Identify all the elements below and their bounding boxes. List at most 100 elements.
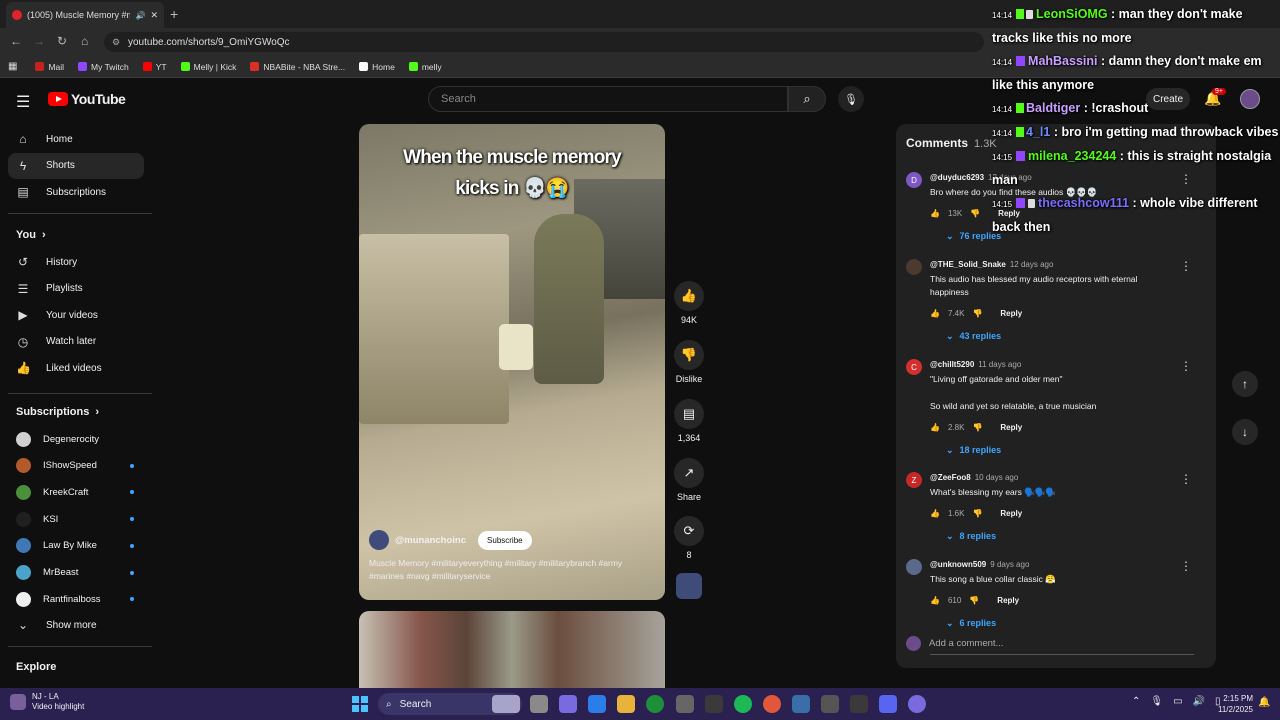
view-replies-button[interactable]: ⌄ 18 replies	[946, 445, 1001, 456]
like-action[interactable]: 👍 94K	[672, 281, 706, 325]
commenter-avatar[interactable]	[906, 559, 922, 575]
network-icon[interactable]: ▭	[1173, 696, 1182, 707]
subscriptions-heading[interactable]: Subscriptions ›	[16, 406, 99, 418]
add-comment-input[interactable]: Add a comment...	[929, 638, 1003, 649]
terminal-icon[interactable]	[850, 695, 869, 713]
subscription-channel[interactable]: Law By Mike	[16, 533, 144, 559]
comment-dislike-icon[interactable]: 👎	[972, 509, 982, 518]
sidebar-item-playlists[interactable]: ☰ Playlists	[8, 276, 144, 302]
tab-audio-icon[interactable]: 🔊	[135, 11, 145, 20]
next-short-button[interactable]: ↓	[1232, 419, 1258, 445]
you-heading[interactable]: You ›	[16, 229, 46, 241]
search-input[interactable]: Search	[428, 86, 788, 112]
video-description[interactable]: Muscle Memory #militaryeverything #milit…	[369, 557, 649, 583]
subscription-channel[interactable]: Degenerocity	[16, 426, 144, 452]
subscription-channel[interactable]: Rantfinalboss	[16, 586, 144, 612]
home-nav-icon[interactable]: ⌂	[81, 34, 88, 48]
reply-button[interactable]: Reply	[997, 596, 1019, 605]
apps-grid-icon[interactable]: ▦	[8, 61, 17, 72]
shorts-video-player[interactable]: When the muscle memory kicks in 💀😭 @muna…	[359, 124, 665, 600]
commenter-avatar[interactable]: C	[906, 359, 922, 375]
search-button[interactable]: ⌕	[788, 86, 826, 112]
commenter-avatar[interactable]: Z	[906, 472, 922, 488]
back-icon[interactable]: ←	[10, 34, 22, 48]
widgets-app-icon[interactable]	[492, 695, 520, 713]
sidebar-item-your-videos[interactable]: ▶ Your videos	[8, 302, 144, 328]
comments-action[interactable]: ▤ 1,364	[672, 399, 706, 443]
photos-icon[interactable]	[791, 695, 810, 713]
sidebar-item-watch-later[interactable]: ◷ Watch later	[8, 329, 144, 355]
tray-chevron-icon[interactable]: ⌃	[1132, 696, 1140, 707]
bookmark-item[interactable]: Mail	[35, 62, 64, 72]
notification-bell-tray-icon[interactable]: 🔔	[1258, 697, 1270, 708]
reply-button[interactable]: Reply	[1000, 309, 1022, 318]
comment-author[interactable]: @unknown509 9 days ago	[930, 560, 1029, 569]
new-tab-icon[interactable]: +	[170, 6, 178, 22]
url-field[interactable]: ⚙ youtube.com/shorts/9_OmiYGWoQc	[104, 32, 984, 52]
file-explorer-icon[interactable]	[617, 695, 636, 713]
sidebar-item-shorts[interactable]: ϟ Shorts	[8, 152, 144, 179]
bookmark-item[interactable]: Melly | Kick	[180, 62, 236, 72]
comment-more-icon[interactable]: ⋮	[1180, 472, 1192, 486]
media-player-icon[interactable]	[821, 695, 839, 713]
subscription-channel[interactable]: MrBeast	[16, 560, 144, 586]
reply-button[interactable]: Reply	[1000, 509, 1022, 518]
comment-dislike-icon[interactable]: 👎	[969, 596, 979, 605]
sidebar-item-history[interactable]: ↺ History	[8, 249, 144, 275]
comment-author[interactable]: @ZeeFoo8 10 days ago	[930, 473, 1018, 482]
bookmark-item[interactable]: YT	[142, 62, 167, 72]
comment-icon[interactable]: ▤	[674, 399, 704, 429]
settings-icon[interactable]	[675, 695, 694, 713]
sidebar-item-liked-videos[interactable]: 👍 Liked videos	[8, 355, 144, 381]
site-info-icon[interactable]: ⚙	[112, 37, 120, 48]
comment-more-icon[interactable]: ⋮	[1180, 259, 1192, 273]
spotify-icon[interactable]	[733, 695, 752, 713]
remix-action[interactable]: ⟳ 8	[672, 516, 706, 560]
edge-icon[interactable]	[588, 695, 607, 713]
like-icon[interactable]: 👍	[674, 281, 704, 311]
weather-widget[interactable]: NJ - LA Video highlight	[10, 692, 84, 712]
bookmark-item[interactable]: melly	[408, 62, 442, 72]
commenter-avatar[interactable]: D	[906, 172, 922, 188]
channel-avatar[interactable]	[369, 530, 389, 550]
copilot-icon[interactable]	[559, 695, 578, 713]
browser-tab[interactable]: (1005) Muscle Memory #m 🔊 ✕	[6, 2, 164, 28]
task-view-icon[interactable]	[530, 695, 548, 713]
comment-more-icon[interactable]: ⋮	[1180, 359, 1192, 373]
mic-tray-icon[interactable]: 🎙	[1150, 696, 1163, 707]
forward-icon[interactable]: →	[33, 34, 45, 48]
subscribe-button[interactable]: Subscribe	[478, 530, 532, 550]
previous-short-button[interactable]: ↑	[1232, 371, 1258, 397]
bookmark-item[interactable]: Home	[359, 62, 395, 72]
subscription-channel[interactable]: KSI	[16, 506, 144, 532]
comment-like-icon[interactable]: 👍	[930, 509, 940, 518]
comment-dislike-icon[interactable]: 👎	[972, 309, 982, 318]
show-more-button[interactable]: ⌄ Show more	[8, 612, 144, 638]
sound-thumbnail[interactable]	[676, 573, 702, 599]
share-icon[interactable]: ↗	[674, 458, 704, 488]
next-short-preview[interactable]	[359, 611, 665, 691]
commenter-avatar[interactable]	[906, 259, 922, 275]
steam-icon[interactable]	[879, 695, 898, 713]
youtube-logo[interactable]: YouTube	[48, 91, 126, 107]
bookmark-item[interactable]: NBABite - NBA Stre...	[250, 62, 345, 72]
add-comment-row[interactable]: Add a comment...	[906, 636, 1196, 655]
remix-icon[interactable]: ⟳	[674, 516, 704, 546]
share-action[interactable]: ↗ Share	[672, 458, 706, 502]
dislike-icon[interactable]: 👎	[674, 340, 704, 370]
taskbar-clock[interactable]: 2:15 PM 11/2/2025	[1218, 693, 1253, 715]
comment-dislike-icon[interactable]: 👎	[970, 209, 980, 218]
voice-search-button[interactable]: 🎙	[838, 86, 864, 112]
comment-dislike-icon[interactable]: 👎	[972, 423, 982, 432]
comment-like-icon[interactable]: 👍	[930, 209, 940, 218]
subscription-channel[interactable]: KreekCraft	[16, 479, 144, 505]
reply-button[interactable]: Reply	[1000, 423, 1022, 432]
view-replies-button[interactable]: ⌄ 8 replies	[946, 531, 996, 542]
system-tray[interactable]: ⌃ 🎙 ▭ 🔊 ▯	[1132, 696, 1221, 707]
dislike-action[interactable]: 👎 Dislike	[672, 340, 706, 384]
view-replies-button[interactable]: ⌄ 6 replies	[946, 618, 996, 629]
comment-like-icon[interactable]: 👍	[930, 423, 940, 432]
comment-like-icon[interactable]: 👍	[930, 309, 940, 318]
bookmark-item[interactable]: My Twitch	[78, 62, 129, 72]
comment-like-icon[interactable]: 👍	[930, 596, 940, 605]
